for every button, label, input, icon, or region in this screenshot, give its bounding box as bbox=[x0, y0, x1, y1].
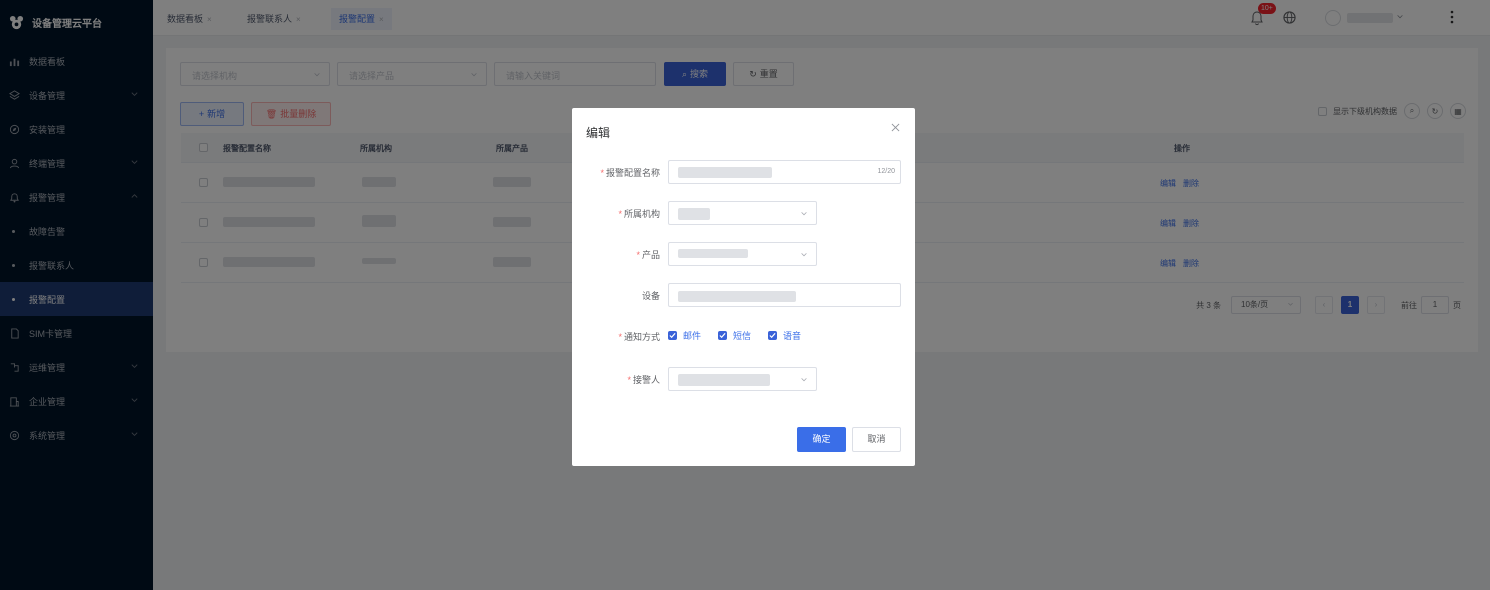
notify-voice-checkbox[interactable]: 语音 bbox=[768, 329, 801, 342]
config-name-input[interactable]: 12/20 bbox=[668, 160, 901, 184]
redacted-text bbox=[678, 208, 710, 220]
redacted-text bbox=[678, 291, 796, 302]
confirm-button[interactable]: 确定 bbox=[797, 427, 846, 452]
field-label: * 报警配置名称 bbox=[600, 168, 660, 178]
device-select[interactable] bbox=[668, 283, 901, 307]
field-label: * 所属机构 bbox=[618, 209, 660, 219]
product-select[interactable] bbox=[668, 242, 817, 266]
org-select[interactable] bbox=[668, 201, 817, 225]
form-row-receiver: * 接警人 bbox=[572, 367, 915, 391]
form-row-notify: * 通知方式 邮件 短信 语音 bbox=[572, 324, 915, 348]
check-icon bbox=[668, 331, 677, 340]
dialog-title: 编辑 bbox=[586, 126, 611, 140]
redacted-text bbox=[678, 249, 748, 258]
form-row-org: * 所属机构 bbox=[572, 201, 915, 225]
check-icon bbox=[768, 331, 778, 340]
receiver-select[interactable] bbox=[668, 367, 817, 391]
char-counter: 12/20 bbox=[877, 168, 895, 175]
field-label: 设备 bbox=[641, 291, 660, 301]
redacted-text bbox=[678, 167, 772, 178]
cancel-button[interactable]: 取消 bbox=[852, 427, 901, 452]
notify-sms-checkbox[interactable]: 短信 bbox=[718, 329, 751, 342]
notify-checkbox-group: 邮件 短信 语音 bbox=[668, 329, 818, 342]
notify-email-checkbox[interactable]: 邮件 bbox=[668, 329, 701, 342]
redacted-text bbox=[678, 374, 770, 386]
chevron-down-icon bbox=[801, 212, 807, 216]
check-icon bbox=[718, 331, 728, 340]
field-label: * 接警人 bbox=[627, 375, 660, 385]
field-label: * 产品 bbox=[636, 250, 660, 260]
form-row-product: * 产品 bbox=[572, 242, 915, 266]
chevron-down-icon bbox=[801, 253, 807, 257]
edit-dialog: 编辑 * 报警配置名称 12/20 * 所属机构 * 产品 设备 * 通知方式 邮件 短 bbox=[572, 108, 915, 466]
chevron-down-icon bbox=[801, 378, 807, 382]
form-row-name: * 报警配置名称 12/20 bbox=[572, 160, 915, 184]
close-icon[interactable] bbox=[891, 123, 900, 132]
field-label: * 通知方式 bbox=[618, 332, 660, 342]
form-row-device: 设备 bbox=[572, 283, 915, 307]
